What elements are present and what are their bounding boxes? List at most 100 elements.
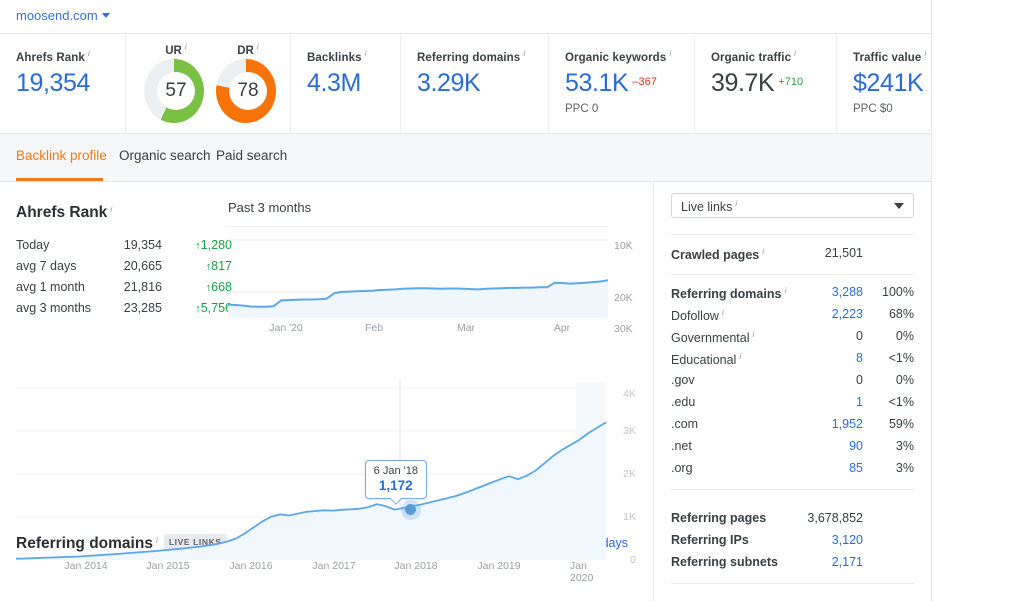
row-value[interactable]: 90: [791, 439, 863, 453]
x-tick-label: Jan 2016: [229, 560, 272, 572]
metric-label: Referring domainsi: [417, 48, 548, 64]
metric-label: Backlinksi: [307, 48, 400, 64]
table-row: .com 1,952 59%: [671, 415, 914, 437]
table-row: .gov 0 0%: [671, 371, 914, 393]
tooltip-value: 1,172: [374, 478, 418, 493]
divider: [671, 274, 914, 275]
chart-svg: [16, 382, 606, 560]
y-tick-label: 3K: [623, 425, 636, 437]
row-value[interactable]: 3,120: [791, 533, 863, 547]
left-column: Ahrefs Ranki Today 19,354 ↑1,280 avg 7 d…: [0, 182, 652, 601]
x-tick-label: Mar: [457, 322, 475, 334]
tab-organic-search[interactable]: Organic search: [119, 148, 211, 163]
info-icon[interactable]: i: [365, 48, 367, 58]
metric-delta: –367: [632, 76, 656, 88]
row-value[interactable]: 2,171: [791, 555, 863, 569]
page-content: moosend.com Ahrefs Ranki 19,354 URi 57 D…: [0, 0, 932, 601]
tab-backlink-profile[interactable]: Backlink profile: [16, 148, 107, 163]
info-icon[interactable]: i: [739, 351, 741, 361]
row-value[interactable]: 85: [791, 461, 863, 475]
table-row: Dofollowi 2,223 68%: [671, 305, 914, 327]
metric-value[interactable]: 39.7K+710: [711, 69, 836, 98]
info-icon[interactable]: i: [88, 48, 90, 58]
table-row: Referring domainsi 3,288 100%: [671, 283, 914, 305]
y-tick-label: 0: [630, 554, 636, 566]
row-percent: 0%: [867, 329, 914, 343]
row-label: Governmentali: [671, 329, 754, 345]
row-label: Crawled pagesi: [671, 246, 764, 262]
metric-value[interactable]: 3.29K: [417, 69, 548, 98]
y-tick-label: 2K: [623, 468, 636, 480]
info-icon[interactable]: i: [924, 48, 926, 58]
x-tick-label: Jan 2015: [146, 560, 189, 572]
table-row: Governmentali 0 0%: [671, 327, 914, 349]
metric-label: Organic keywordsi: [565, 48, 694, 64]
info-icon[interactable]: i: [110, 204, 112, 214]
ahrefs-rank-heading: Ahrefs Ranki: [16, 204, 112, 222]
metric-value[interactable]: 4.3M: [307, 69, 400, 98]
row-percent: 100%: [867, 285, 914, 299]
info-icon[interactable]: i: [523, 48, 525, 58]
row-value: 0: [791, 329, 863, 343]
x-tick-label: Jan 2018: [394, 560, 437, 572]
referring-ips-row: Referring IPs 3,120: [671, 531, 914, 553]
row-percent: 3%: [867, 439, 914, 453]
metric-value[interactable]: 53.1K–367: [565, 69, 694, 98]
row-value[interactable]: 1: [791, 395, 863, 409]
x-tick-label: Jan '20: [269, 322, 303, 334]
table-row: .org 85 3%: [671, 459, 914, 481]
metric-card-referring-domains: Referring domainsi 3.29K: [401, 34, 549, 134]
row-value[interactable]: 8: [791, 351, 863, 365]
row-value[interactable]: 2,223: [791, 307, 863, 321]
y-tick-label: 10K: [614, 240, 633, 252]
metric-value[interactable]: $241K: [853, 69, 932, 98]
info-icon[interactable]: i: [735, 198, 737, 208]
chart-plot-area[interactable]: 6 Jan '18 1,172: [16, 382, 606, 560]
info-icon[interactable]: i: [669, 48, 671, 58]
info-icon[interactable]: i: [722, 307, 724, 317]
row-percent: 59%: [867, 417, 914, 431]
tab-paid-search[interactable]: Paid search: [216, 148, 287, 163]
sparkline-svg: [228, 226, 608, 318]
divider: [671, 583, 914, 584]
link-type-select[interactable]: Live linksi: [671, 193, 914, 218]
table-row: .net 90 3%: [671, 437, 914, 459]
row-value[interactable]: 1,952: [791, 417, 863, 431]
row-value: 3,678,852: [791, 511, 863, 525]
metric-subvalue: PPC 0: [565, 103, 694, 115]
rank-change: ↑668: [162, 280, 232, 294]
sparkline-plot-area[interactable]: [228, 226, 608, 318]
x-tick-label: Jan 2020: [570, 560, 594, 584]
row-value[interactable]: 3,288: [791, 285, 863, 299]
rank-value: 20,665: [104, 259, 162, 273]
info-icon[interactable]: i: [753, 329, 755, 339]
metric-card-traffic-value: Traffic valuei $241K PPC $0: [837, 34, 932, 134]
chart-x-axis: Jan 2014 Jan 2015 Jan 2016 Jan 2017 Jan …: [16, 560, 606, 576]
info-icon[interactable]: i: [762, 246, 764, 256]
row-label: .net: [671, 439, 692, 453]
backlink-stats-panel: Live linksi Crawled pagesi 21,501 Referr…: [653, 182, 932, 601]
x-tick-label: Feb: [365, 322, 383, 334]
rank-change: ↑1,280: [162, 238, 232, 252]
info-icon[interactable]: i: [784, 285, 786, 295]
domain-selector[interactable]: moosend.com: [16, 8, 110, 23]
ahrefs-rank-table: Today 19,354 ↑1,280 avg 7 days 20,665 ↑8…: [16, 234, 232, 318]
metric-value: 57: [144, 59, 208, 123]
metric-card-organic-keywords: Organic keywordsi 53.1K–367 PPC 0: [549, 34, 695, 134]
info-icon[interactable]: i: [185, 41, 187, 51]
row-label: Referring pages: [671, 511, 766, 525]
row-percent: <1%: [867, 351, 914, 365]
metric-value[interactable]: 19,354: [16, 69, 125, 98]
domain-name: moosend.com: [16, 8, 98, 23]
active-tab-indicator: [16, 178, 103, 181]
info-icon[interactable]: i: [257, 41, 259, 51]
row-percent: 68%: [867, 307, 914, 321]
rank-period-label: Today: [16, 238, 104, 252]
metric-card-organic-traffic: Organic traffici 39.7K+710: [695, 34, 837, 134]
chart-title: Past 3 months: [228, 200, 640, 215]
info-icon[interactable]: i: [794, 48, 796, 58]
row-label: Educationali: [671, 351, 741, 367]
tooltip-date: 6 Jan '18: [374, 465, 418, 477]
row-label: .com: [671, 417, 698, 431]
row-label: Referring IPs: [671, 533, 749, 547]
